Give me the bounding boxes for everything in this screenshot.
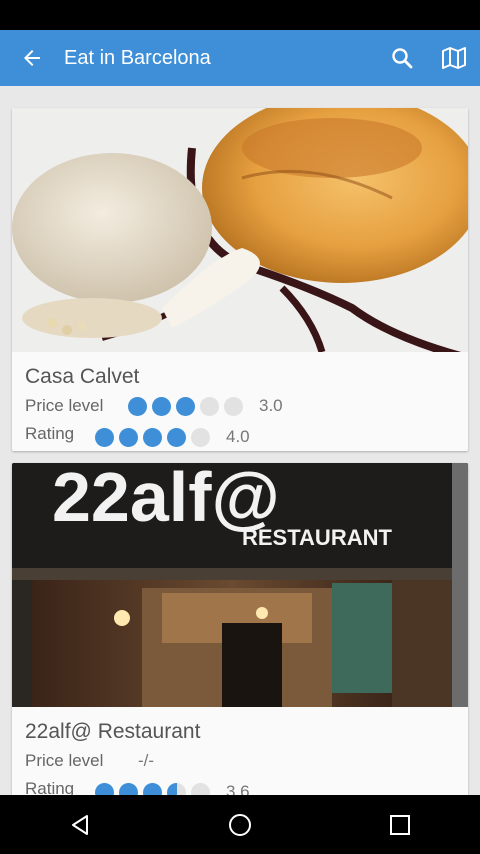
price-level-label: Price level	[25, 751, 104, 770]
rating-dot	[119, 427, 138, 447]
price-level-row: Price level 3.0	[12, 392, 468, 420]
rating-dot	[167, 427, 186, 447]
price-level-value: -/-	[138, 751, 155, 770]
price-dot	[152, 396, 171, 416]
price-dot	[224, 396, 243, 416]
search-button[interactable]	[376, 30, 428, 86]
rating-dots	[95, 782, 210, 795]
rating-dot	[95, 427, 114, 447]
nav-home-button[interactable]	[200, 795, 280, 854]
price-level-label: Price level	[25, 396, 104, 415]
nav-back-button[interactable]	[40, 795, 120, 854]
map-icon	[442, 47, 466, 69]
price-dot	[176, 396, 195, 416]
restaurant-list[interactable]: Casa Calvet Price level 3.0 Rating 4.0 2…	[0, 86, 480, 795]
restaurant-name: 22alf@ Restaurant	[25, 720, 201, 743]
app-bar: Eat in Barcelona	[0, 30, 480, 86]
rating-row: Rating 4.0	[12, 420, 468, 448]
map-button[interactable]	[428, 30, 480, 86]
price-level-dots	[128, 396, 243, 416]
rating-label: Rating	[25, 779, 75, 795]
rating-dot	[191, 782, 210, 795]
search-icon	[392, 48, 413, 69]
rating-value: 3.6	[226, 782, 250, 795]
arrow-left-icon	[24, 50, 40, 66]
price-level-value: 3.0	[259, 396, 283, 415]
rating-dot	[167, 782, 186, 795]
rating-label: Rating	[25, 424, 75, 443]
rating-dot	[143, 782, 162, 795]
rating-dot	[95, 782, 114, 795]
rating-dot	[191, 427, 210, 447]
restaurant-name: Casa Calvet	[25, 365, 140, 388]
restaurant-card-casa-calvet[interactable]: Casa Calvet Price level 3.0 Rating 4.0	[12, 108, 468, 451]
rating-row: Rating 3.6	[12, 775, 468, 795]
nav-home-icon	[229, 813, 251, 836]
restaurant-photo: 22alf@ RESTAURANT	[12, 463, 468, 707]
app-title: Eat in Barcelona	[64, 46, 211, 69]
back-button[interactable]	[0, 30, 64, 86]
status-bar	[0, 0, 480, 30]
nav-back-icon	[72, 814, 88, 835]
rating-dot	[143, 427, 162, 447]
nav-recents-button[interactable]	[360, 795, 440, 854]
svg-text:RESTAURANT: RESTAURANT	[242, 525, 392, 550]
price-level-row: Price level -/-	[12, 747, 468, 775]
rating-dots	[95, 427, 210, 447]
system-nav-bar	[0, 795, 480, 854]
restaurant-photo	[12, 108, 468, 352]
price-dot	[200, 396, 219, 416]
restaurant-card-22alf[interactable]: 22alf@ RESTAURANT 22alf@ Restaurant Pric…	[12, 463, 468, 795]
rating-dot	[119, 782, 138, 795]
price-dot	[128, 396, 147, 416]
rating-value: 4.0	[226, 427, 250, 446]
nav-recents-icon	[390, 814, 410, 835]
